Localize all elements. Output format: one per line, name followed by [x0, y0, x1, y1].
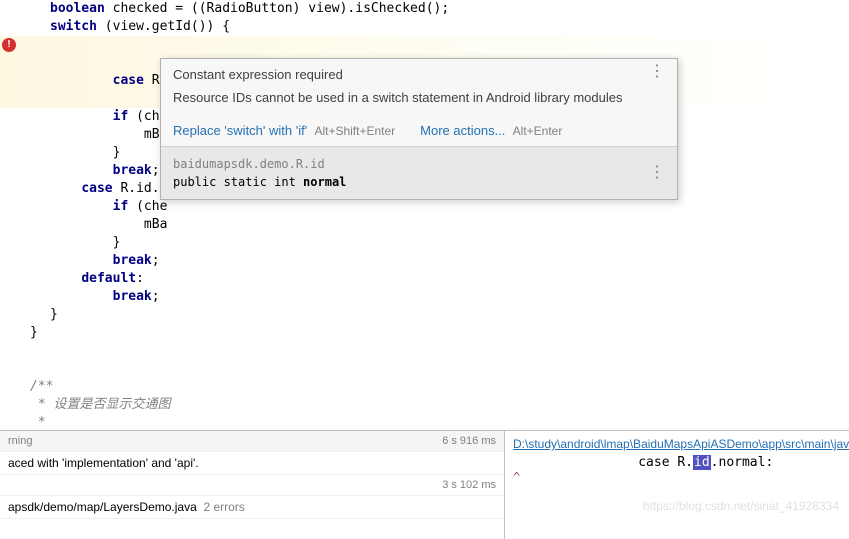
code-line: switch (view.getId()) { — [0, 18, 849, 36]
code-editor[interactable]: boolean checked = ((RadioButton) view).i… — [0, 0, 849, 430]
more-icon[interactable]: ⋮ — [649, 67, 665, 77]
more-actions-link[interactable]: More actions... — [420, 123, 505, 138]
popup-description: Resource IDs cannot be used in a switch … — [161, 90, 677, 115]
doc-comment: /** — [0, 378, 849, 396]
build-right-panel[interactable]: D:\study\android\lmap\BaiduMapsApiASDemo… — [505, 431, 849, 539]
code-line: mBa — [0, 216, 849, 234]
replace-switch-action[interactable]: Replace 'switch' with 'if' — [173, 123, 307, 138]
doc-comment: * 设置是否显示交通图 — [0, 396, 849, 414]
intention-popup: Constant expression required ⋮ Resource … — [160, 58, 678, 200]
code-line: break; — [0, 288, 849, 306]
code-line: if (che — [0, 198, 849, 216]
error-caret: ^ — [513, 470, 841, 484]
doc-comment: * — [0, 414, 849, 430]
shortcut-label: Alt+Enter — [513, 124, 563, 138]
file-path-link[interactable]: D:\study\android\lmap\BaiduMapsApiASDemo… — [513, 437, 841, 451]
build-output-panel: rning 6 s 916 ms aced with 'implementati… — [0, 430, 849, 539]
code-line: } — [0, 324, 849, 342]
code-line: default: — [0, 270, 849, 288]
more-icon[interactable]: ⋮ — [649, 168, 665, 178]
popup-title: Constant expression required — [173, 67, 343, 82]
error-count: 2 errors — [203, 500, 244, 514]
declaration: public static int normal — [173, 173, 346, 191]
code-line: } — [0, 306, 849, 324]
blank-line — [0, 342, 849, 360]
code-line: boolean checked = ((RadioButton) view).i… — [0, 0, 849, 18]
build-time: 6 s 916 ms — [442, 435, 496, 447]
build-time: 3 s 102 ms — [442, 479, 496, 491]
warning-text: aced with 'implementation' and 'api'. — [8, 456, 199, 470]
code-line: break; — [0, 252, 849, 270]
watermark: https://blog.csdn.net/sinat_41928334 — [643, 499, 839, 513]
code-line: } — [0, 234, 849, 252]
file-path-text[interactable]: apsdk/demo/map/LayersDemo.java — [8, 500, 197, 514]
error-icon[interactable]: ! — [2, 38, 16, 52]
shortcut-label: Alt+Shift+Enter — [314, 124, 395, 138]
error-snippet: case R.id.normal: — [513, 451, 841, 470]
panel-header-text: rning — [8, 435, 32, 447]
blank-line — [0, 360, 849, 378]
qualified-name: baidumapsdk.demo.R.id — [173, 155, 346, 173]
build-left-panel[interactable]: rning 6 s 916 ms aced with 'implementati… — [0, 431, 505, 539]
